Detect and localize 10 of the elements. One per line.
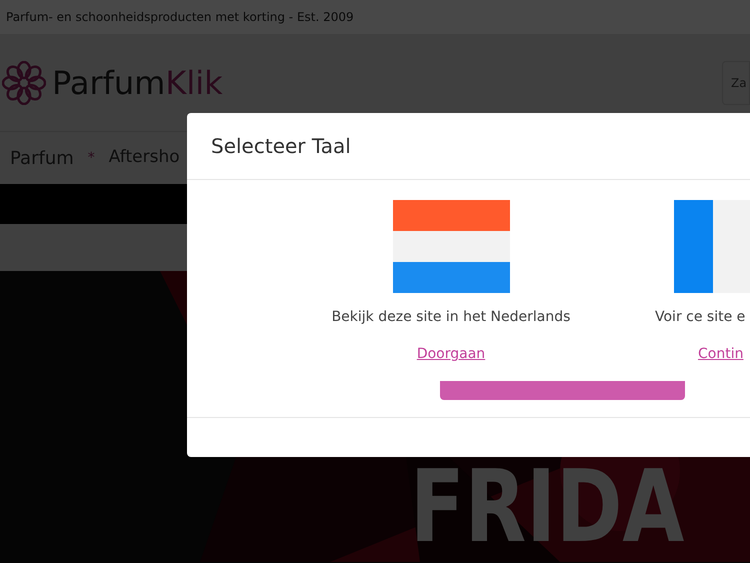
continue-link[interactable]: Doorgaan [416, 344, 486, 365]
option-text: Bekijk deze site in het Nederlands [332, 308, 570, 327]
flower-logo-icon [2, 60, 46, 104]
dialog-title: Selecteer Taal [211, 133, 351, 160]
nav-separator: * [88, 148, 95, 168]
tagline: Parfum- en schoonheidsproducten met korting - Est. 2009 [6, 9, 354, 26]
flag-icon [392, 200, 510, 293]
banner-headline: FRIDA [410, 448, 684, 563]
continue-link[interactable]: Contin [698, 344, 744, 365]
option-text: Voir ce site e [655, 308, 746, 327]
